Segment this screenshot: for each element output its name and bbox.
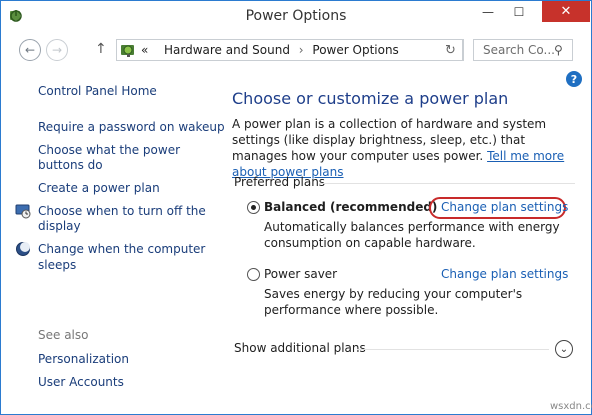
control-panel-icon <box>121 45 134 57</box>
navigation-bar: ← → ↑ « Hardware and Sound › Power Optio… <box>1 33 591 67</box>
balanced-change-plan-settings-link[interactable]: Change plan settings <box>441 200 568 214</box>
preferred-plans-label: Preferred plans <box>234 175 326 189</box>
balanced-plan-description: Automatically balances performance with … <box>264 220 560 250</box>
refresh-button[interactable]: ↻ <box>439 39 463 61</box>
power-buttons-link-line1[interactable]: Choose what the power <box>38 142 180 158</box>
display-monitor-icon <box>15 204 31 219</box>
personalization-link[interactable]: Personalization <box>38 351 129 367</box>
up-button[interactable]: ↑ <box>95 41 107 57</box>
see-also-label: See also <box>38 328 89 342</box>
close-button[interactable]: ✕ <box>542 1 590 22</box>
page-description: A power plan is a collection of hardware… <box>232 116 572 180</box>
section-divider <box>319 183 575 184</box>
show-additional-plans-label[interactable]: Show additional plans <box>234 341 366 355</box>
power-options-window: Power Options — ☐ ✕ ← → ↑ « Hardware and… <box>0 0 592 415</box>
turn-off-display-link-line1[interactable]: Choose when to turn off the <box>38 203 206 219</box>
user-accounts-link[interactable]: User Accounts <box>38 374 124 390</box>
turn-off-display-link-line2[interactable]: display <box>38 218 81 234</box>
section-divider <box>357 349 549 350</box>
search-box[interactable]: Search Co... ⚲ <box>473 39 573 61</box>
page-title: Choose or customize a power plan <box>232 89 509 108</box>
watermark: wsxdn.com <box>550 401 592 412</box>
address-bar[interactable]: « Hardware and Sound › Power Options ▾ <box>116 39 540 61</box>
breadcrumb-hardware-and-sound[interactable]: Hardware and Sound <box>164 43 290 57</box>
back-button[interactable]: ← <box>19 39 41 61</box>
power-saver-change-plan-settings-link[interactable]: Change plan settings <box>441 267 568 281</box>
breadcrumb-separator[interactable]: › <box>294 43 309 57</box>
control-panel-home-link[interactable]: Control Panel Home <box>38 83 157 99</box>
power-buttons-link-line2[interactable]: buttons do <box>38 157 103 173</box>
title-bar: Power Options — ☐ ✕ <box>1 1 591 32</box>
help-icon[interactable]: ? <box>566 71 582 87</box>
maximize-button[interactable]: ☐ <box>504 1 534 22</box>
search-icon[interactable]: ⚲ <box>554 43 563 57</box>
breadcrumb-overflow[interactable]: « <box>141 43 148 57</box>
sleep-moon-icon <box>16 242 30 256</box>
minimize-button[interactable]: — <box>473 1 503 22</box>
search-input[interactable]: Search Co... <box>483 43 555 57</box>
power-saver-plan-name[interactable]: Power saver <box>264 267 337 281</box>
forward-button[interactable]: → <box>46 39 68 61</box>
expand-chevron-icon[interactable]: ⌄ <box>555 340 573 358</box>
balanced-plan-name[interactable]: Balanced (recommended) <box>264 200 437 214</box>
breadcrumb: « Hardware and Sound › Power Options <box>141 43 399 57</box>
computer-sleeps-link-line1[interactable]: Change when the computer <box>38 241 205 257</box>
power-saver-plan-description: Saves energy by reducing your computer's… <box>264 287 523 317</box>
create-power-plan-link[interactable]: Create a power plan <box>38 180 160 196</box>
breadcrumb-power-options[interactable]: Power Options <box>312 43 398 57</box>
computer-sleeps-link-line2[interactable]: sleeps <box>38 257 76 273</box>
balanced-plan-radio[interactable] <box>247 201 260 214</box>
power-saver-plan-radio[interactable] <box>247 268 260 281</box>
require-password-link[interactable]: Require a password on wakeup <box>38 119 225 135</box>
